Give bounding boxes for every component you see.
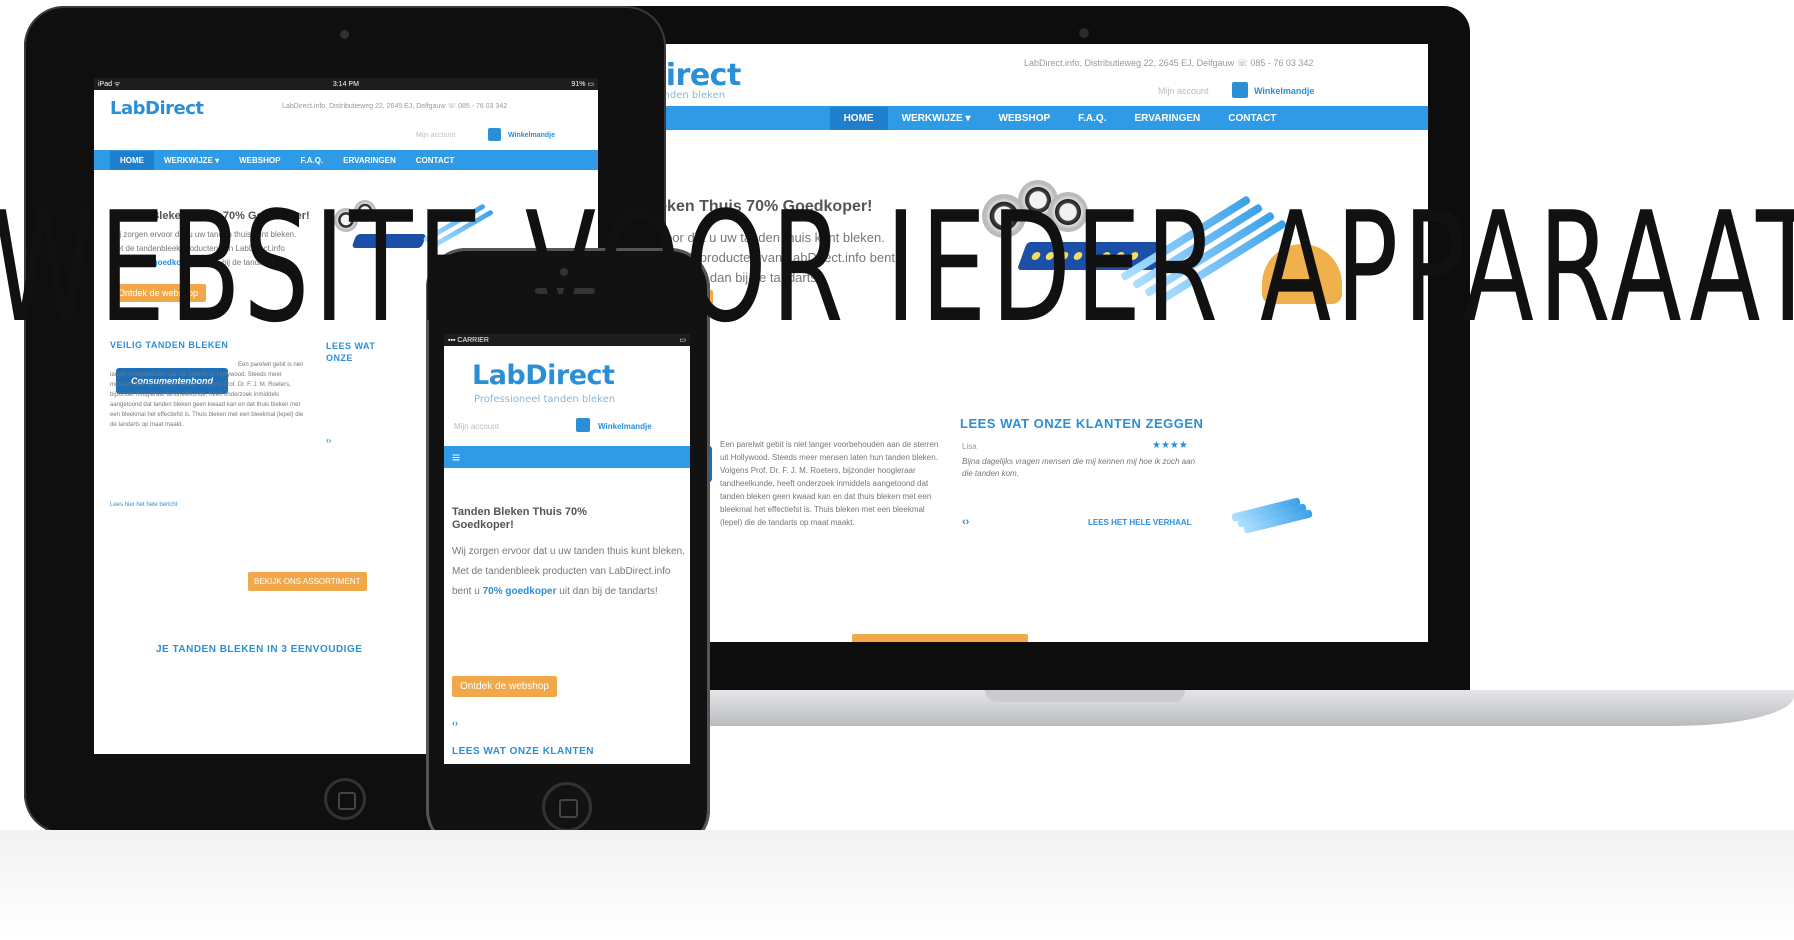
tablet-status-battery: 91% ▭ — [571, 81, 594, 88]
phone-home-button[interactable] — [542, 782, 592, 832]
nav-ervaringen[interactable]: ERVARINGEN — [1121, 107, 1215, 130]
phone-hero-title: Tanden Bleken Thuis 70% Goedkoper! — [452, 506, 587, 531]
phone-carousel-arrows[interactable]: ‹› — [452, 718, 458, 728]
tablet-nav-contact[interactable]: CONTACT — [406, 151, 465, 170]
overlay-title: WEBSITE VOOR IEDER APPARAAT — [0, 179, 1794, 356]
phone-reviews-title: LEES WAT ONZE KLANTEN — [452, 746, 594, 757]
laptop-assortment-button[interactable] — [852, 634, 1028, 642]
tablet-assortment-button[interactable]: BEKIJK ONS ASSORTIMENT — [248, 572, 367, 591]
contact-info: LabDirect.info, Distributieweg 22, 2645 … — [1024, 58, 1314, 68]
tablet-logo-text: LabDirect — [110, 98, 204, 119]
phone-logo-text: LabDirect — [472, 360, 615, 391]
tablet-review-arrows[interactable]: ‹› — [326, 436, 331, 445]
tablet-camera — [340, 30, 349, 39]
tablet-statusbar: iPad ᯤ 3:14 PM 91% ▭ — [94, 78, 598, 90]
menu-icon[interactable]: ≡ — [452, 449, 460, 465]
review-text: Bijna dagelijks vragen mensen die mij ke… — [962, 457, 1196, 478]
tablet-read-more[interactable]: Lees hier het hele bericht — [110, 502, 177, 508]
nav-werkwijze[interactable]: WERKWIJZE ▾ — [888, 107, 985, 130]
cart-icon[interactable] — [1232, 82, 1248, 98]
tablet-steps-title: JE TANDEN BLEKEN IN 3 EENVOUDIGE — [156, 644, 363, 655]
phone-nav: ≡ — [444, 446, 690, 468]
phone-logo[interactable]: LabDirect — [472, 360, 615, 391]
tablet-nav-werkwijze[interactable]: WERKWIJZE ▾ — [154, 151, 229, 170]
reviews-title: LEES WAT ONZE KLANTEN ZEGGEN — [960, 416, 1204, 431]
tablet-nav-home[interactable]: HOME — [110, 150, 154, 170]
main-nav: HOME WERKWIJZE ▾ WEBSHOP F.A.Q. ERVARING… — [572, 106, 1428, 130]
tablet-account-link[interactable]: Mijn account — [416, 132, 455, 139]
review-author: Lisa — [962, 442, 977, 451]
nav-contact[interactable]: CONTACT — [1214, 107, 1290, 130]
tablet-nav-webshop[interactable]: WEBSHOP — [229, 151, 290, 170]
tablet-contact-info: LabDirect.info, Distributieweg 22, 2645 … — [282, 103, 508, 110]
nav-faq[interactable]: F.A.Q. — [1064, 107, 1120, 130]
nav-home[interactable]: HOME — [829, 106, 888, 130]
safe-section-text: Een parelwit gebit is niet langer voorbe… — [720, 440, 939, 527]
phone-hero-highlight: 70% goedkoper — [482, 586, 557, 597]
phone-hero-text-part2: uit dan bij de tandarts! — [556, 586, 658, 597]
laptop-camera — [1079, 28, 1089, 38]
phone-tagline: Professioneel tanden bleken — [474, 394, 616, 405]
tablet-logo[interactable]: LabDirect — [110, 98, 204, 119]
tablet-nav: HOME WERKWIJZE ▾ WEBSHOP F.A.Q. ERVARING… — [94, 150, 598, 170]
tablet-home-button[interactable] — [324, 778, 366, 820]
tablet-nav-ervaringen[interactable]: ERVARINGEN — [333, 151, 406, 170]
laptop-notch — [985, 690, 1185, 702]
phone-webshop-button[interactable]: Ontdek de webshop — [452, 676, 557, 697]
phone-screen: ▪▪▪ CARRIER ▭ LabDirect Professioneel ta… — [444, 334, 690, 764]
tablet-nav-faq[interactable]: F.A.Q. — [290, 151, 333, 170]
tablet-cart-icon[interactable] — [488, 128, 501, 141]
tablet-status-left: iPad ᯤ — [98, 80, 121, 88]
phone-hero-text: Wij zorgen ervoor dat u uw tanden thuis … — [452, 542, 690, 602]
phone-cart-link[interactable]: Winkelmandje — [598, 422, 652, 431]
floor-reflection — [0, 830, 1794, 940]
phone-cart-icon[interactable] — [576, 418, 590, 432]
review-carousel-arrows[interactable]: ‹› — [962, 516, 969, 528]
account-link[interactable]: Mijn account — [1158, 86, 1209, 96]
tablet-safe-text: Een parelwit gebit is niet langer voorbe… — [110, 362, 304, 428]
nav-webshop[interactable]: WEBSHOP — [984, 107, 1064, 130]
review-stars: ★★★★ — [1152, 440, 1188, 451]
phone-account-link[interactable]: Mijn account — [454, 422, 499, 431]
review-product-image — [1222, 464, 1332, 534]
cart-link[interactable]: Winkelmandje — [1254, 86, 1314, 96]
review-read-more[interactable]: LEES HET HELE VERHAAL — [1088, 518, 1192, 527]
tablet-status-time: 3:14 PM — [332, 80, 359, 88]
tablet-cart-link[interactable]: Winkelmandje — [508, 132, 555, 139]
